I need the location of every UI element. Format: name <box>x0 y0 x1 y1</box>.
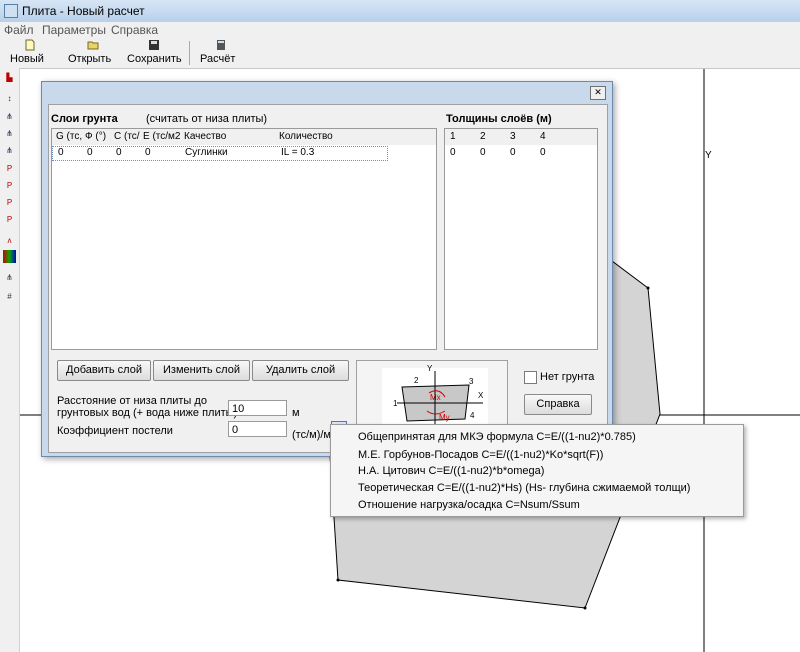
thickness-col-3: 3 <box>510 131 516 142</box>
diagram-my-label: My <box>439 413 450 422</box>
open-folder-icon <box>87 41 99 50</box>
cell-amount: IL = 0.3 <box>281 147 315 158</box>
thickness-col-1: 1 <box>450 131 456 142</box>
edit-layer-button[interactable]: Изменить слой <box>153 360 250 381</box>
no-soil-checkbox[interactable] <box>524 371 537 384</box>
coefficient-label: Коэффициент постели <box>57 425 173 437</box>
col-amount: Количество <box>279 131 333 142</box>
col-c: С (тс/ <box>114 131 140 142</box>
calculate-button[interactable]: Расчёт <box>200 38 242 68</box>
thickness-table[interactable]: 1 2 3 4 0 0 0 0 <box>444 128 598 350</box>
grid-icon[interactable]: # <box>3 290 16 303</box>
cell-g: 0 <box>58 147 64 158</box>
thickness-title: Толщины слоёв (м) <box>446 113 552 125</box>
app-icon <box>4 4 18 18</box>
window-title: Плита - Новый расчет <box>22 4 145 18</box>
diagram-y-label: Y <box>427 364 433 373</box>
thickness-col-2: 2 <box>480 131 486 142</box>
dialog-content: Слои грунта (считать от низа плиты) G (т… <box>48 104 608 454</box>
color-map-icon[interactable] <box>3 250 16 263</box>
pile-icon[interactable]: ⋔ <box>3 144 16 157</box>
toolbar-separator <box>189 41 190 65</box>
support-icon[interactable]: ⋔ <box>3 110 16 123</box>
calculator-icon <box>217 40 225 50</box>
new-label: Новый <box>10 53 44 65</box>
groundwater-label-line1: Расстояние от низа плиты до <box>57 395 207 407</box>
help-button[interactable]: Справка <box>524 394 592 415</box>
thickness-cell-3[interactable]: 0 <box>510 146 516 160</box>
col-e: Е (тс/м2 <box>143 131 181 142</box>
coefficient-input[interactable]: 0 <box>228 421 287 437</box>
thickness-cell-2[interactable]: 0 <box>480 146 486 160</box>
line-load-icon[interactable]: P <box>3 179 16 192</box>
col-quality: Качество <box>184 131 227 142</box>
save-label: Сохранить <box>127 53 182 65</box>
coefficient-formula-menu: Общепринятая для МКЭ формула С=E/((1-nu2… <box>330 424 744 517</box>
thickness-header-row <box>445 129 597 145</box>
menu-file[interactable]: Файл <box>4 23 34 37</box>
thickness-cell-1[interactable]: 0 <box>450 146 456 160</box>
col-phi: Ф (°) <box>85 131 107 142</box>
calculate-label: Расчёт <box>200 53 236 65</box>
save-disk-icon <box>149 40 159 50</box>
groundwater-unit: м <box>292 407 300 419</box>
save-button[interactable]: Сохранить <box>127 38 182 68</box>
groundwater-label-line2: грунтовых вод (+ вода ниже плиты) <box>57 407 238 419</box>
reinforcement-icon[interactable]: ⋔ <box>3 271 16 284</box>
column-icon[interactable]: ⋔ <box>3 127 16 140</box>
layers-title: Слои грунта <box>51 113 118 125</box>
node-icon[interactable]: ↕ <box>3 92 16 105</box>
cell-quality: Суглинки <box>185 147 228 158</box>
open-label: Открыть <box>68 53 112 65</box>
thickness-col-4: 4 <box>540 131 546 142</box>
open-button[interactable]: Открыть <box>68 38 118 68</box>
title-bar: Плита - Новый расчет <box>0 0 800 23</box>
menu-item-theoretical[interactable]: Теоретическая С=E/((1-nu2)*Hs) (Hs- глуб… <box>358 482 690 494</box>
coefficient-unit: (тс/м)/м <box>292 429 331 441</box>
menu-item-fem-formula[interactable]: Общепринятая для МКЭ формула С=E/((1-nu2… <box>358 431 636 443</box>
menu-help[interactable]: Справка <box>111 23 158 37</box>
left-toolbar: ▙ ↕ ⋔ ⋔ ⋔ P P P P ᴧ ⋔ # <box>0 68 20 652</box>
cell-c: 0 <box>116 147 122 158</box>
cell-e: 0 <box>145 147 151 158</box>
menu-item-load-settlement[interactable]: Отношение нагрузка/осадка С=Nsum/Ssum <box>358 499 580 511</box>
soil-layers-dialog: ✕ Слои грунта (считать от низа плиты) G … <box>41 81 613 457</box>
menu-bar: Файл Параметры Справка <box>0 22 800 38</box>
diagram-node-4: 4 <box>470 411 475 420</box>
new-file-icon <box>25 39 35 51</box>
delete-layer-button[interactable]: Удалить слой <box>252 360 349 381</box>
toolbar: Новый Открыть Сохранить Расчёт <box>0 38 800 69</box>
diagram-node-1: 1 <box>393 399 398 408</box>
y-axis-label: Y <box>705 150 712 161</box>
menu-parameters[interactable]: Параметры <box>42 23 106 37</box>
diagram-mx-label: Mx <box>430 393 441 402</box>
diagram-node-3: 3 <box>469 377 474 386</box>
menu-item-tsytovich[interactable]: Н.А. Цитович С=E/((1-nu2)*b*omega) <box>358 465 544 477</box>
add-layer-button[interactable]: Добавить слой <box>57 360 151 381</box>
new-button[interactable]: Новый <box>10 38 50 68</box>
deflection-icon[interactable]: ᴧ <box>3 234 16 247</box>
diagram-x-label: X <box>478 391 484 400</box>
layers-table[interactable]: G (тс, Ф (°) С (тс/ Е (тс/м2 Качество Ко… <box>51 128 437 350</box>
col-g: G (тс, <box>56 131 83 142</box>
moment-load-icon[interactable]: P <box>3 213 16 226</box>
layers-note: (считать от низа плиты) <box>146 113 268 125</box>
groundwater-input[interactable]: 10 <box>228 400 287 416</box>
thickness-cell-4[interactable]: 0 <box>540 146 546 160</box>
cell-phi: 0 <box>87 147 93 158</box>
dialog-close-button[interactable]: ✕ <box>590 86 606 100</box>
no-soil-label: Нет грунта <box>540 371 595 383</box>
diagram-node-2: 2 <box>414 376 419 385</box>
menu-item-gorbunov-posadov[interactable]: М.Е. Горбунов-Посадов С=E/((1-nu2)*Ko*sq… <box>358 449 603 461</box>
foundation-icon[interactable]: ▙ <box>3 71 16 84</box>
point-load-icon[interactable]: P <box>3 162 16 175</box>
area-load-icon[interactable]: P <box>3 196 16 209</box>
